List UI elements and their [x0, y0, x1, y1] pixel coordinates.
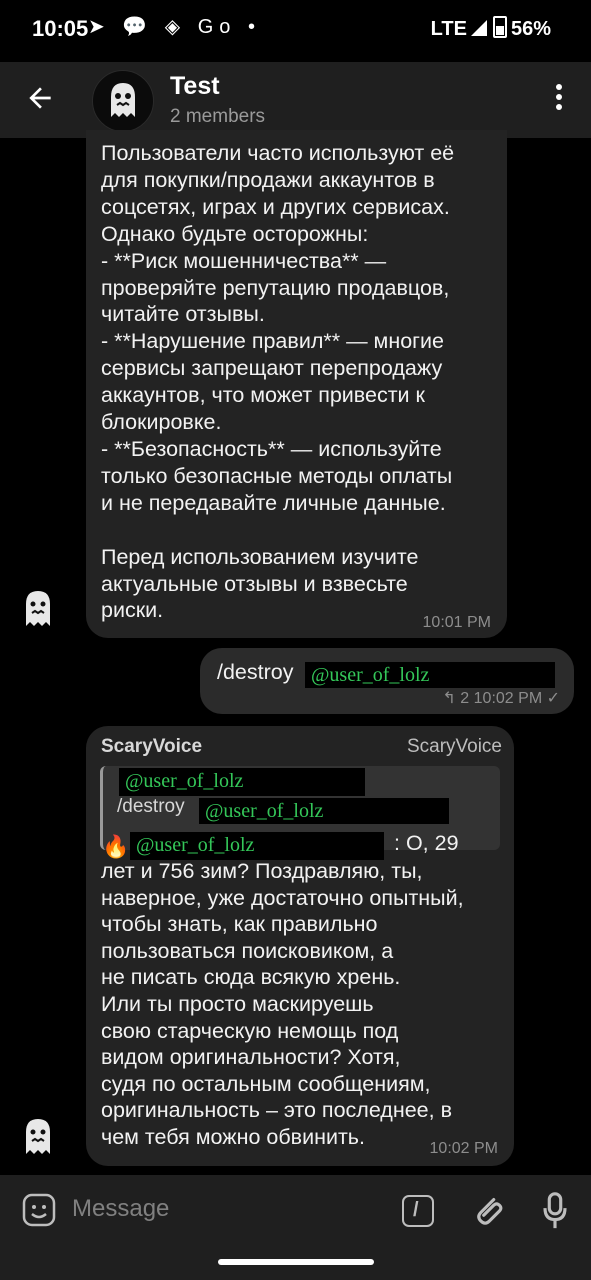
- reply-count[interactable]: ↰ 2: [442, 690, 469, 707]
- quote-command-mention[interactable]: @user_of_lolz: [199, 798, 449, 824]
- sender-name[interactable]: ScaryVoice: [101, 736, 202, 758]
- message-time: 10:02 PM: [473, 690, 543, 707]
- message-text: лет и 756 зим? Поздравляю, ты, наверное,…: [101, 859, 464, 1149]
- quote-mention[interactable]: @user_of_lolz: [119, 768, 365, 796]
- emoji-icon[interactable]: [22, 1193, 56, 1227]
- ghost-avatar-icon: [111, 83, 135, 117]
- status-bar: 10:05 ➤ 💬 ◈ Go • LTE 56%: [0, 0, 591, 62]
- chat-members: 2 members: [170, 106, 266, 127]
- battery-percent: 56%: [510, 18, 551, 40]
- command-text[interactable]: /destroy: [217, 660, 293, 685]
- user-mention[interactable]: @user_of_lolz: [130, 832, 384, 860]
- back-arrow-icon: [29, 87, 51, 109]
- status-app-icons: ➤ 💬 ◈ Go •: [88, 16, 261, 38]
- message-bubble-incoming[interactable]: Пользователи часто используют её для пок…: [86, 130, 507, 638]
- user-mention[interactable]: @user_of_lolz: [305, 662, 555, 688]
- chat-title[interactable]: Test: [170, 72, 220, 101]
- quote-command: /destroy: [117, 796, 185, 817]
- home-handle[interactable]: [218, 1259, 374, 1265]
- sender-tag: ScaryVoice: [406, 736, 502, 757]
- message-meta: ↰ 2 10:02 PM ✓: [442, 688, 560, 708]
- fire-emoji-icon: 🔥: [102, 834, 130, 859]
- sender-avatar[interactable]: [20, 588, 56, 628]
- network-label: LTE: [430, 18, 467, 40]
- check-icon: ✓: [546, 690, 560, 707]
- status-right: LTE 56%: [431, 16, 551, 41]
- group-avatar[interactable]: [92, 70, 154, 132]
- battery-icon: [492, 16, 507, 38]
- message-bubble-incoming[interactable]: ScaryVoice ScaryVoice @user_of_lolz /des…: [86, 726, 514, 1166]
- message-text: Пользователи часто используют её для пок…: [101, 141, 455, 623]
- message-input[interactable]: Message: [72, 1195, 169, 1223]
- message-time: 10:01 PM: [422, 614, 491, 631]
- mic-icon[interactable]: [540, 1191, 570, 1231]
- attach-icon[interactable]: [470, 1191, 506, 1231]
- status-time: 10:05: [32, 16, 89, 41]
- signal-icon: [470, 20, 487, 36]
- sender-avatar[interactable]: [20, 1116, 56, 1156]
- chat-header: Test 2 members: [0, 62, 591, 138]
- message-text-start: : О, 29: [394, 831, 459, 855]
- message-input-bar: Message /: [0, 1175, 591, 1247]
- message-time: 10:02 PM: [429, 1140, 498, 1157]
- navigation-bar: [0, 1247, 591, 1280]
- back-button[interactable]: [24, 76, 60, 120]
- more-vert-icon[interactable]: [551, 80, 567, 120]
- message-bubble-outgoing[interactable]: /destroy @user_of_lolz ↰ 2 10:02 PM ✓: [200, 648, 574, 714]
- bot-command-icon[interactable]: /: [402, 1195, 434, 1227]
